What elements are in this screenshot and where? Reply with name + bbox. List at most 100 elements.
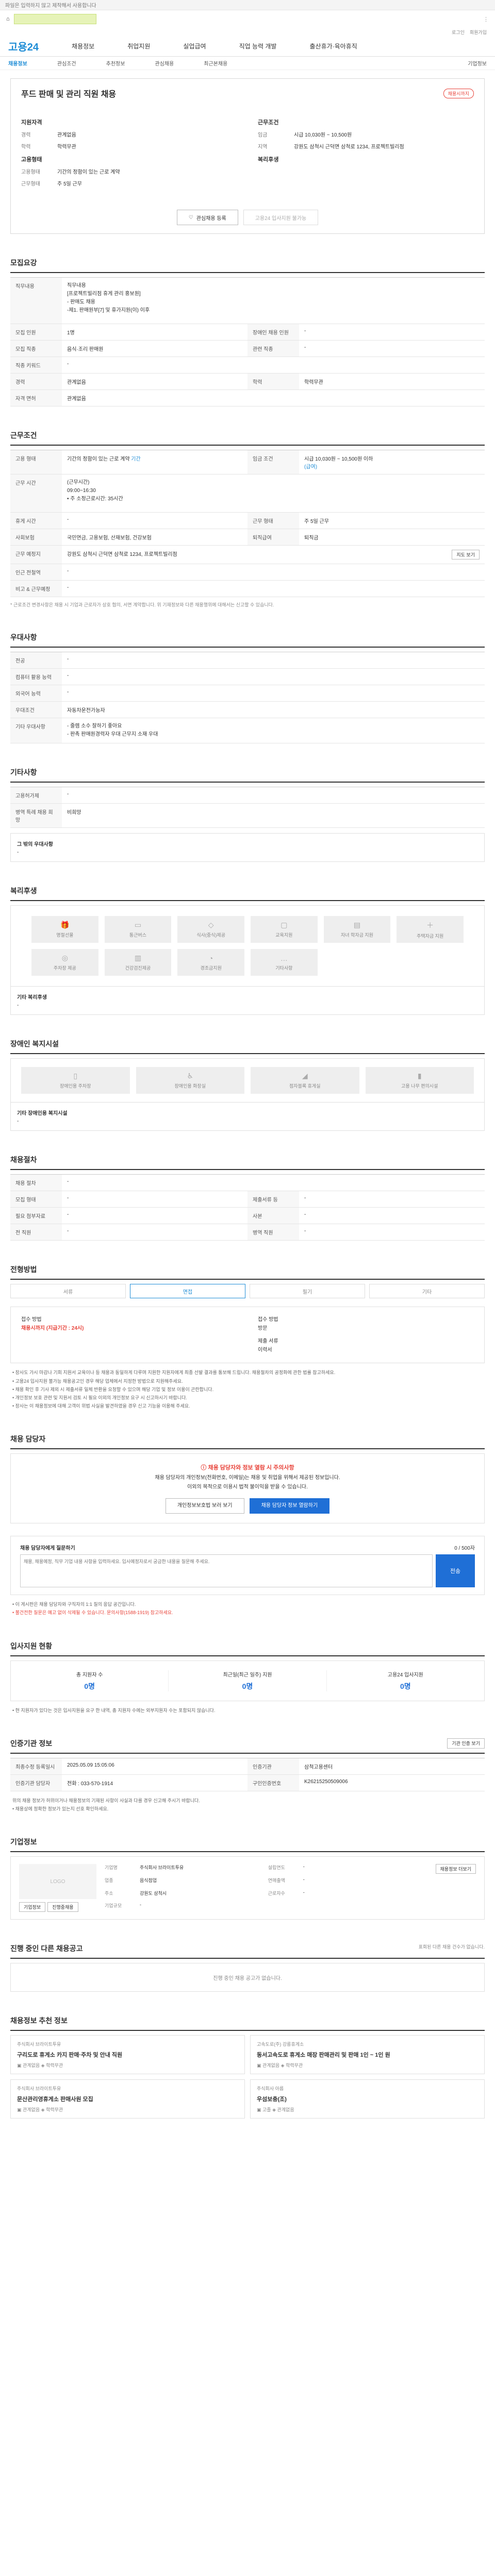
table-value: - [304, 1195, 306, 1201]
stat-total: 총 지원자 수 0명 [11, 1670, 169, 1691]
home-icon[interactable]: ⌂ [6, 16, 10, 22]
kv-key: 학력 [21, 144, 31, 150]
table-key: 고용 형태 [10, 450, 62, 474]
note-line: • 고용24 입사지원 불가능 채용공고인 경우 해당 업체에서 지정한 방법으… [12, 1378, 183, 1384]
recommend-card[interactable]: 주식회사 아름 우섬보충(조) ▣ 고졸 ◈ 관계없음 [250, 2079, 485, 2119]
company-logo: LOGO [19, 1864, 96, 1900]
kv-key: 경력 [21, 132, 31, 138]
lnb-item-company[interactable]: 기업정보 [468, 59, 487, 67]
apply-button[interactable]: 고용24 입사지원 불가능 [243, 210, 319, 225]
question-input[interactable] [20, 1554, 433, 1588]
view-manager-button[interactable]: 채용 담당자 정보 열람하기 [249, 1498, 330, 1514]
lnb-item-jobs[interactable]: 채용정보 [8, 59, 27, 67]
ongoing-empty: 진행 중인 채용 공고가 없습니다. [10, 1963, 485, 1992]
cap-icon: ◈ [280, 2063, 286, 2069]
company-info-button[interactable]: 기업정보 [19, 1902, 46, 1912]
qa-title: 채용 담당자에게 질문하기 [20, 1546, 75, 1552]
address-bar[interactable] [13, 14, 96, 24]
recommend-title: 구리도로 휴게소 카지 판매·주차 및 안내 직원 [17, 2052, 123, 2059]
alert-icon: ⓘ [201, 1465, 207, 1471]
table-value: - [67, 689, 69, 696]
submit-question-button[interactable]: 전송 [436, 1554, 475, 1588]
cert-button[interactable]: 기관 인증 보기 [447, 1738, 485, 1749]
kv-value: 관계없음 [57, 132, 76, 138]
disabled-etc-label: 기타 장애인용 복지시설 [17, 1111, 68, 1117]
welfare-label: 교육지원 [275, 933, 293, 938]
recommend-company: 고속도로(주) 강릉휴게소 [257, 2042, 304, 2047]
welfare-item: … 기타사항 [251, 949, 318, 976]
recommend-card[interactable]: 주식회사 브라이트투유 문산관리영휴게소 판매사원 모집 ▣ 관계없음 ◈ 학력무관 [10, 2079, 245, 2119]
note-line: • 개인정보 보호 관련 및 지원서 검토 시 필요 이외의 개인정보 요구 시… [12, 1395, 187, 1400]
lnb-item-recommend[interactable]: 추천정보 [106, 59, 125, 67]
table-key: 인증기관 [248, 1758, 299, 1774]
info-key: 기업명 [105, 1865, 118, 1871]
cert-title: 인증기관 정보 [10, 1739, 53, 1748]
save-job-button[interactable]: ♡ 관심채용 등록 [176, 210, 238, 225]
cap-icon: ◈ [41, 2063, 46, 2069]
welfare-item: 🎁 명절선물 [31, 916, 98, 943]
method-head: 접수 방법 [258, 1317, 278, 1323]
ongoing-title: 진행 중인 다른 채용공고 [10, 1944, 83, 1953]
recommend-card[interactable]: 주식회사 브라이트투유 구리도로 휴게소 카지 판매·주차 및 안내 직원 ▣ 관계… [10, 2035, 245, 2075]
welfare-item: ▤ 자녀 학자금 지원 [323, 916, 391, 943]
recruit-title: 모집요강 [10, 258, 485, 273]
table-value: 관계없음 [67, 396, 86, 402]
gnb-item-training[interactable]: 직업 능력 개발 [239, 42, 277, 50]
note-line: • 채용상에 정확한 정보가 있는지 선호 확인하세요. [12, 1806, 109, 1811]
alert-body: 채용 담당자의 개인정보(전화번호, 이메일)는 채용 및 취업을 위해서 제공… [155, 1475, 340, 1490]
qa-counter: 0 / 500자 [454, 1546, 475, 1552]
disabled-item: ♿ 장애인용 화장실 [136, 1067, 244, 1094]
site-logo[interactable]: 고용24 [8, 39, 39, 54]
wage-link[interactable]: (급여) [304, 464, 317, 470]
gift-icon: 🎁 [60, 921, 70, 929]
table-key: 근무 형태 [248, 513, 299, 529]
table-value: 국민연금, 고용보험, 산재보험, 건강보험 [67, 535, 152, 541]
lnb-item-recent[interactable]: 최근본채용 [204, 59, 227, 67]
prefer-title: 우대사항 [10, 632, 485, 648]
more-icon[interactable]: ⋮ [483, 16, 489, 23]
gnb-item-leave[interactable]: 출산휴가·육아휴직 [309, 42, 357, 50]
other-etc-value: - [17, 850, 19, 856]
condition-title: 근무조건 [10, 430, 485, 446]
step-written: 필기 [250, 1284, 365, 1299]
disabled-item: ▯ 장애인용 주차장 [21, 1067, 130, 1094]
kv-key: 고용형태 [21, 170, 40, 175]
signup-link[interactable]: 회원가입 [470, 29, 487, 36]
kv-value: 강원도 삼척시 근덕면 삼척로 1234, 프로젝트빌리점 [294, 144, 404, 150]
table-value: 강원도 삼척시 근덕면 삼척로 1234, 프로젝트빌리점 [67, 552, 177, 557]
welfare-item: ▥ 건강검진제공 [104, 949, 172, 976]
hours-value: (근무시간) 09:00~16:30 • 주 소정근로시간: 35시간 [67, 480, 123, 502]
info-value: - [303, 1864, 305, 1870]
company-jobs-button[interactable]: 진행중채용 [47, 1902, 78, 1912]
employ-type-value: 기간의 정함이 있는 근로 계약 [67, 456, 130, 462]
table-value: - [67, 656, 69, 663]
lnb-item-interest[interactable]: 관심조건 [57, 59, 76, 67]
employ-type-link[interactable]: 기간 [131, 456, 140, 462]
login-link[interactable]: 로그인 [452, 29, 465, 36]
welfare-label: 주차장 제공 [53, 965, 76, 971]
table-value: - [304, 1212, 306, 1218]
welfare-label: 자녀 학자금 지원 [341, 933, 373, 938]
welfare-label: 통근버스 [129, 933, 147, 938]
welfare-label: 건강검진제공 [125, 965, 151, 971]
recommend-loc: 관계없음 [23, 2107, 41, 2113]
table-value: 2025.05.09 15:05:06 [67, 1762, 114, 1768]
qa-box: 채용 담당자에게 질문하기 0 / 500자 전송 [10, 1536, 485, 1596]
local-nav: 채용정보 관심조건 추천정보 관심채용 최근본채용 기업정보 [0, 57, 495, 70]
recommend-card[interactable]: 고속도로(주) 강릉휴게소 동서고속도로 휴게소 매장 판매관리 및 판매 1인 … [250, 2035, 485, 2075]
lnb-item-saved[interactable]: 관심채용 [155, 59, 174, 67]
gnb-item-support[interactable]: 취업지원 [127, 42, 150, 50]
table-key: 전공 [10, 652, 62, 669]
gnb-item-jobs[interactable]: 채용정보 [72, 42, 94, 50]
recommend-title: 채용정보 추천 정보 [10, 2015, 485, 2031]
info-value: 주식회사 브라이트투유 [140, 1865, 184, 1871]
table-value: - [67, 585, 69, 590]
recommend-meta: ▣ 고졸 ◈ 관계없음 [257, 2106, 478, 2113]
more-jobs-button[interactable]: 채용정보 더보기 [435, 1864, 476, 1874]
table-key: 필요 첨부자료 [10, 1208, 62, 1224]
gnb-item-benefit[interactable]: 실업급여 [183, 42, 206, 50]
transfer-title: 채용절차 [10, 1155, 485, 1171]
welfare-etc-value: - [17, 1003, 19, 1009]
privacy-law-button[interactable]: 개인정보보호법 보러 보기 [165, 1498, 244, 1514]
map-button[interactable]: 지도 보기 [452, 550, 480, 560]
